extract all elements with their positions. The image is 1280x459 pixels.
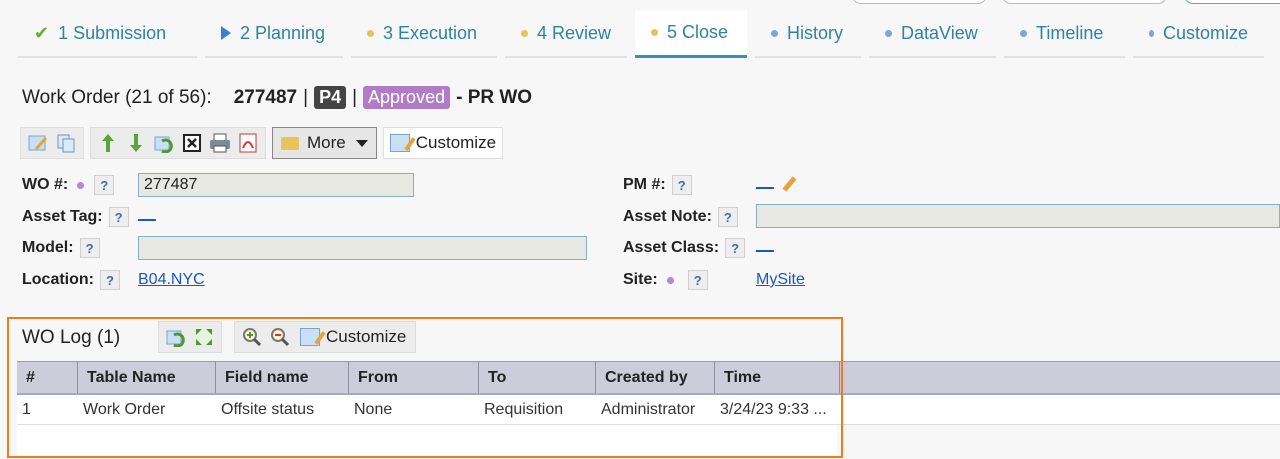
- tab-label: 4 Review: [536, 22, 611, 43]
- refresh-icon[interactable]: [153, 132, 175, 154]
- toolbar-group-edit: [20, 127, 84, 159]
- help-icon[interactable]: ?: [100, 270, 120, 290]
- yellow-dot-icon: [367, 29, 374, 37]
- asset-note-field: Asset Note: ?: [623, 207, 738, 227]
- help-icon[interactable]: ?: [687, 270, 708, 290]
- arrow-down-icon[interactable]: [125, 132, 147, 154]
- asset-class-link[interactable]: __: [756, 236, 774, 254]
- help-icon[interactable]: ?: [79, 238, 100, 258]
- site-label: Site:: [623, 271, 658, 288]
- help-icon[interactable]: ?: [94, 175, 115, 195]
- toolbar-group-actions: [90, 127, 266, 159]
- yellow-dot-icon: [521, 29, 528, 37]
- asset-note-input[interactable]: [756, 204, 1280, 228]
- blue-dot-icon: [1020, 29, 1027, 37]
- wo-number-field: WO #: ?: [22, 175, 115, 195]
- tab-label: 1 Submission: [58, 22, 167, 43]
- tab-history[interactable]: History: [755, 10, 861, 58]
- required-dot-icon: [77, 181, 85, 189]
- tab-label: 3 Execution: [383, 22, 478, 43]
- site-field: Site: ?: [623, 270, 708, 290]
- pm-link[interactable]: __: [756, 173, 774, 191]
- separator: |: [352, 86, 358, 108]
- arrow-up-icon[interactable]: [97, 132, 119, 154]
- tab-label: History: [787, 22, 844, 43]
- tab-label: 5 Close: [667, 22, 729, 42]
- asset-tag-field: Asset Tag: ?: [22, 207, 129, 227]
- tab-planning[interactable]: 2 Planning: [205, 10, 343, 58]
- location-label: Location:: [22, 271, 94, 288]
- asset-class-field: Asset Class: ?: [623, 238, 746, 258]
- more-button[interactable]: More: [272, 127, 377, 159]
- help-icon[interactable]: ?: [671, 175, 692, 195]
- tab-dataview[interactable]: DataView: [869, 10, 996, 58]
- tab-timeline[interactable]: Timeline: [1004, 10, 1125, 58]
- customize-label: Customize: [415, 133, 497, 152]
- pm-number-field: PM #: ?: [623, 175, 692, 195]
- site-link[interactable]: MySite: [756, 271, 805, 289]
- blue-dot-icon: [885, 29, 892, 37]
- status-badge: Approved: [363, 86, 451, 109]
- help-icon[interactable]: ?: [725, 238, 746, 258]
- top-control[interactable]: [852, 0, 987, 4]
- tab-submission[interactable]: ✔ 1 Submission: [18, 10, 197, 58]
- close-icon[interactable]: [181, 132, 203, 154]
- more-label: More: [307, 133, 346, 152]
- blue-dot-icon: [771, 29, 778, 37]
- asset-note-label: Asset Note:: [623, 208, 712, 225]
- toolbar: More Customize: [20, 127, 504, 159]
- help-icon[interactable]: ?: [717, 207, 738, 227]
- pencil-icon[interactable]: [782, 176, 797, 192]
- tab-label: Timeline: [1036, 22, 1104, 43]
- tab-customize[interactable]: Customize: [1133, 10, 1264, 58]
- check-icon: ✔: [34, 22, 50, 43]
- location-field: Location: ?: [22, 270, 120, 290]
- wo-log-highlight: [7, 317, 843, 458]
- play-icon: [221, 26, 231, 40]
- separator: |: [303, 86, 309, 108]
- wo-type: - PR WO: [456, 86, 533, 108]
- location-link[interactable]: B04.NYC: [138, 271, 205, 289]
- model-label: Model:: [22, 239, 74, 256]
- customize-button[interactable]: Customize: [382, 127, 504, 159]
- folder-icon: [281, 136, 299, 150]
- tab-execution[interactable]: 3 Execution: [351, 10, 497, 58]
- tab-label: 2 Planning: [240, 22, 326, 43]
- tab-close[interactable]: 5 Close: [635, 10, 747, 58]
- title-label: Work Order (21 of 56):: [22, 86, 212, 108]
- asset-class-label: Asset Class:: [623, 239, 720, 256]
- top-control[interactable]: [1002, 0, 1167, 4]
- model-input[interactable]: [138, 236, 587, 260]
- pm-label: PM #:: [623, 176, 666, 193]
- blue-dot-icon: [1149, 29, 1154, 37]
- tab-label: Customize: [1162, 22, 1248, 43]
- chevron-down-icon: [355, 139, 368, 147]
- required-dot-icon: [666, 276, 674, 284]
- edit-icon[interactable]: [27, 132, 49, 154]
- tab-label: DataView: [901, 22, 978, 43]
- wo-label: WO #:: [22, 176, 69, 193]
- copy-icon[interactable]: [55, 132, 77, 154]
- customize-icon: [389, 134, 410, 152]
- asset-tag-link[interactable]: __: [138, 205, 156, 223]
- pdf-icon[interactable]: [237, 132, 259, 154]
- workflow-tabs: ✔ 1 Submission 2 Planning 3 Execution 4 …: [18, 10, 1272, 58]
- priority-badge: P4: [314, 86, 347, 109]
- top-control[interactable]: [1184, 0, 1280, 4]
- wo-number-input[interactable]: [138, 173, 414, 197]
- tab-review[interactable]: 4 Review: [505, 10, 627, 58]
- page-title: Work Order (21 of 56): 277487 | P4 | App…: [22, 86, 532, 109]
- model-field: Model: ?: [22, 238, 100, 258]
- print-icon[interactable]: [209, 132, 231, 154]
- asset-tag-label: Asset Tag:: [22, 208, 103, 225]
- help-icon[interactable]: ?: [108, 207, 129, 227]
- wo-number: 277487: [233, 86, 298, 108]
- yellow-dot-icon: [651, 29, 658, 36]
